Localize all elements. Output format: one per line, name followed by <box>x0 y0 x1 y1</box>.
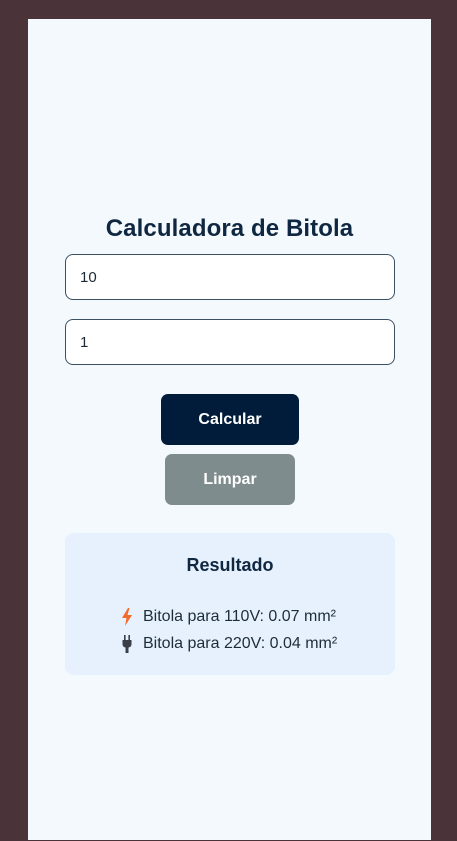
first-value-input[interactable] <box>65 254 395 300</box>
result-line-220v: Bitola para 220V: 0.04 mm² <box>121 635 337 653</box>
result-panel: Resultado Bitola para 110V: 0.07 mm² Bit… <box>65 533 395 675</box>
lightning-icon <box>121 608 133 626</box>
plug-icon <box>121 635 133 653</box>
calculate-button[interactable]: Calcular <box>161 394 299 445</box>
page-title: Calculadora de Bitola <box>105 215 354 242</box>
clear-button[interactable]: Limpar <box>165 454 295 505</box>
result-title: Resultado <box>186 555 274 575</box>
result-line-110v: Bitola para 110V: 0.07 mm² <box>121 608 336 626</box>
result-220v-text: Bitola para 220V: 0.04 mm² <box>143 635 338 652</box>
result-110v-text: Bitola para 110V: 0.07 mm² <box>143 608 336 625</box>
calculator-card: Calculadora de Bitola Calcular Limpar Re… <box>28 19 431 840</box>
second-value-input[interactable] <box>65 319 395 365</box>
